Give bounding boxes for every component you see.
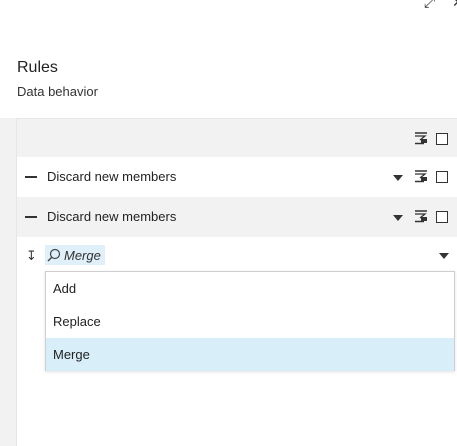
merge-icon: ↧ bbox=[26, 248, 37, 263]
close-icon[interactable]: ✕ bbox=[452, 0, 457, 11]
row-checkbox[interactable] bbox=[436, 171, 448, 183]
filter-edit-icon[interactable] bbox=[415, 170, 428, 183]
dropdown-option-merge[interactable]: Merge bbox=[46, 338, 454, 371]
chevron-down-icon[interactable] bbox=[393, 215, 403, 221]
rule-row[interactable]: Discard new members bbox=[17, 197, 457, 241]
dropdown-option-replace[interactable]: Replace bbox=[46, 305, 454, 338]
search-icon bbox=[47, 248, 61, 262]
dash-icon bbox=[25, 216, 37, 218]
filter-edit-icon[interactable] bbox=[415, 210, 428, 223]
row-checkbox[interactable] bbox=[436, 211, 448, 223]
panel-subtitle: Data behavior bbox=[17, 84, 98, 99]
rule-row[interactable]: Discard new members bbox=[17, 157, 457, 201]
dropdown-menu: Add Replace Merge bbox=[45, 271, 455, 371]
filter-edit-icon[interactable] bbox=[415, 132, 428, 145]
rules-header-row bbox=[17, 118, 457, 157]
merge-rule-row[interactable]: ↧ Merge bbox=[17, 237, 457, 273]
chevron-down-icon[interactable] bbox=[439, 253, 449, 259]
dropdown-option-add[interactable]: Add bbox=[46, 272, 454, 305]
left-rail bbox=[0, 118, 17, 446]
rule-select-value[interactable]: Discard new members bbox=[47, 169, 176, 184]
panel-title: Rules bbox=[17, 59, 58, 76]
dash-icon bbox=[25, 176, 37, 178]
rule-select-value[interactable]: Discard new members bbox=[47, 209, 176, 224]
header-checkbox[interactable] bbox=[436, 133, 448, 145]
chevron-down-icon[interactable] bbox=[393, 175, 403, 181]
expand-icon[interactable]: ⤢ bbox=[424, 0, 435, 11]
search-input[interactable]: Merge bbox=[45, 245, 105, 265]
search-input-value[interactable]: Merge bbox=[64, 248, 101, 263]
